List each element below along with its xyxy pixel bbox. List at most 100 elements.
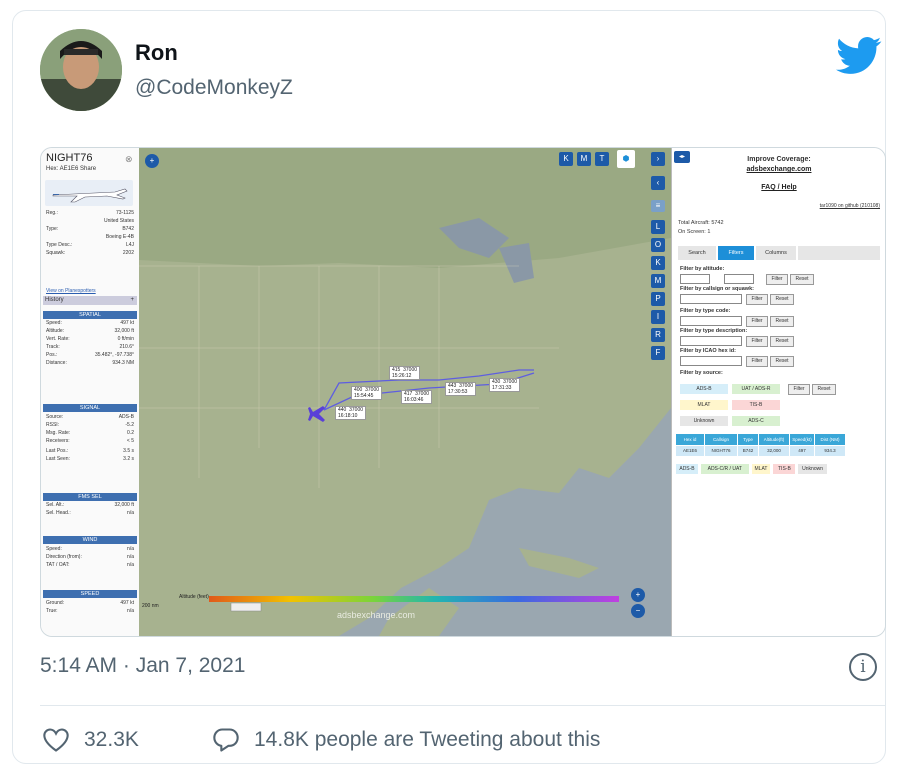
track-label: 417 37000 16:03:46 bbox=[401, 390, 433, 404]
faq-link[interactable]: FAQ / Help bbox=[672, 184, 885, 191]
info-value: B742 bbox=[122, 226, 134, 232]
filter-button[interactable]: Filter bbox=[766, 274, 788, 285]
on-screen-count: On Screen: 1 bbox=[678, 229, 711, 235]
filter-input[interactable] bbox=[680, 294, 742, 304]
info-row: Track: 210.6° bbox=[46, 344, 134, 351]
reset-button[interactable]: Reset bbox=[812, 384, 836, 395]
table-cell[interactable]: AE1E6 bbox=[676, 446, 704, 456]
table-header[interactable]: Hex id bbox=[676, 434, 704, 445]
info-key: Reg.: bbox=[46, 210, 58, 216]
info-value: 497 kt bbox=[120, 600, 134, 606]
table-header[interactable]: Altitude(ft) bbox=[759, 434, 789, 445]
info-value: n/a bbox=[127, 562, 134, 568]
source-toggle[interactable]: ADS-B bbox=[680, 384, 728, 394]
reset-button[interactable]: Reset bbox=[770, 294, 794, 305]
info-key: Last Seen: bbox=[46, 456, 70, 462]
filter-input[interactable] bbox=[724, 274, 754, 284]
map-view[interactable]: 415 37000 15:26:12 400 37000 15:54:45 41… bbox=[139, 148, 671, 636]
table-header[interactable]: Type bbox=[738, 434, 758, 445]
filter-input[interactable] bbox=[680, 336, 742, 346]
map-toggle-button[interactable]: L bbox=[651, 220, 665, 234]
source-toggle[interactable]: TIS-B bbox=[732, 400, 780, 410]
author-handle[interactable]: @CodeMonkeyZ bbox=[135, 76, 293, 100]
table-cell[interactable]: 934.3 bbox=[815, 446, 845, 456]
source-toggle[interactable]: MLAT bbox=[680, 400, 728, 410]
info-row: TAT / OAT: n/a bbox=[46, 562, 134, 569]
map-toggle-button[interactable]: R bbox=[651, 328, 665, 342]
map-toggle-button[interactable]: I bbox=[651, 310, 665, 324]
filter-button[interactable]: Filter bbox=[746, 294, 768, 305]
site-link[interactable]: adsbexchange.com bbox=[672, 166, 885, 173]
filter-label: Filter by callsign or squawk: bbox=[680, 286, 754, 292]
track-label: 400 37000 15:54:45 bbox=[351, 386, 383, 400]
close-icon[interactable]: ⊗ bbox=[125, 154, 133, 165]
filter-input[interactable] bbox=[680, 356, 742, 366]
plus-icon[interactable]: + bbox=[130, 296, 137, 305]
altitude-legend-label: Altitude (feet) bbox=[179, 594, 209, 600]
map-toggle-button[interactable]: O bbox=[651, 238, 665, 252]
table-cell[interactable]: B742 bbox=[738, 446, 758, 456]
like-button[interactable]: 32.3K bbox=[42, 723, 139, 757]
layer-button[interactable]: T bbox=[595, 152, 609, 166]
table-header[interactable]: Callsign bbox=[705, 434, 737, 445]
reset-button[interactable]: Reset bbox=[770, 336, 794, 347]
source-toggle[interactable]: Unknown bbox=[680, 416, 728, 426]
table-cell[interactable]: NIGHT76 bbox=[705, 446, 737, 456]
info-row: RSSI: -5.2 bbox=[46, 422, 134, 429]
info-row: Pos.: 35.482°, -97.738° bbox=[46, 352, 134, 359]
history-toggle[interactable]: History + bbox=[43, 296, 137, 305]
zoom-in-button[interactable]: + bbox=[145, 154, 159, 168]
tab-columns[interactable]: Columns bbox=[756, 246, 796, 260]
avatar[interactable] bbox=[40, 29, 122, 111]
tweet-timestamp[interactable]: 5:14 AM · Jan 7, 2021 bbox=[40, 654, 245, 678]
table-cell[interactable]: 32,000 bbox=[759, 446, 789, 456]
tab-search[interactable]: Search bbox=[678, 246, 716, 260]
version-link[interactable]: tar1090 on github (210108) bbox=[820, 203, 880, 209]
reset-button[interactable]: Reset bbox=[770, 316, 794, 327]
info-key: Direction (from): bbox=[46, 554, 82, 560]
filter-input[interactable] bbox=[680, 274, 710, 284]
map-toggle-button[interactable]: M bbox=[651, 274, 665, 288]
source-toggle[interactable]: ADS-C bbox=[732, 416, 780, 426]
zoom-out-button[interactable]: − bbox=[631, 604, 645, 618]
info-row: Squawk: 2202 bbox=[46, 250, 134, 257]
table-header[interactable]: Dist (NM) bbox=[815, 434, 845, 445]
info-key: Type: bbox=[46, 226, 59, 232]
info-value: 0.2 bbox=[127, 430, 134, 436]
reset-button[interactable]: Reset bbox=[790, 274, 814, 285]
twitter-bird-icon[interactable] bbox=[836, 36, 882, 76]
info-key: RSSI: bbox=[46, 422, 60, 428]
tab-filters[interactable]: Filters bbox=[718, 246, 754, 260]
table-cell[interactable]: 497 bbox=[790, 446, 814, 456]
map-toggle-button[interactable]: P bbox=[651, 292, 665, 306]
adsb-screenshot[interactable]: NIGHT76 Hex: AE1E6 Share ⊗ Reg.: 73-1125 U… bbox=[40, 147, 886, 637]
zoom-in-button[interactable]: + bbox=[631, 588, 645, 602]
planespotters-link[interactable]: View on Planespotters bbox=[46, 288, 96, 294]
filter-input[interactable] bbox=[680, 316, 742, 326]
layer-button[interactable]: K bbox=[559, 152, 573, 166]
reset-button[interactable]: Reset bbox=[770, 356, 794, 367]
info-key: Type Desc.: bbox=[46, 242, 73, 248]
filter-button[interactable]: Filter bbox=[746, 356, 768, 367]
table-header[interactable]: Speed(kt) bbox=[790, 434, 814, 445]
author-name[interactable]: Ron bbox=[135, 40, 178, 66]
layer-button[interactable]: M bbox=[577, 152, 591, 166]
reply-button[interactable]: 14.8K people are Tweeting about this bbox=[212, 723, 600, 757]
source-toggle[interactable]: UAT / ADS-R bbox=[732, 384, 780, 394]
info-value: n/a bbox=[127, 608, 134, 614]
reply-text: 14.8K people are Tweeting about this bbox=[254, 728, 601, 751]
layers-icon[interactable]: ≡ bbox=[651, 200, 665, 212]
chevron-right-icon[interactable]: › bbox=[651, 152, 665, 166]
filter-button[interactable]: Filter bbox=[746, 336, 768, 347]
map-toggle-button[interactable]: F bbox=[651, 346, 665, 360]
info-value: 73-1125 bbox=[116, 210, 134, 216]
chevron-left-icon[interactable]: ‹ bbox=[651, 176, 665, 190]
callsign: NIGHT76 bbox=[46, 152, 93, 164]
info-icon[interactable]: i bbox=[849, 653, 877, 681]
info-row: Last Pos.: 3.5 s bbox=[46, 448, 134, 455]
filter-button[interactable]: Filter bbox=[746, 316, 768, 327]
filter-button[interactable]: Filter bbox=[788, 384, 810, 395]
settings-gear-icon[interactable]: ⬢ bbox=[617, 150, 635, 168]
info-value: 32,000 ft bbox=[114, 502, 134, 508]
map-toggle-button[interactable]: K bbox=[651, 256, 665, 270]
